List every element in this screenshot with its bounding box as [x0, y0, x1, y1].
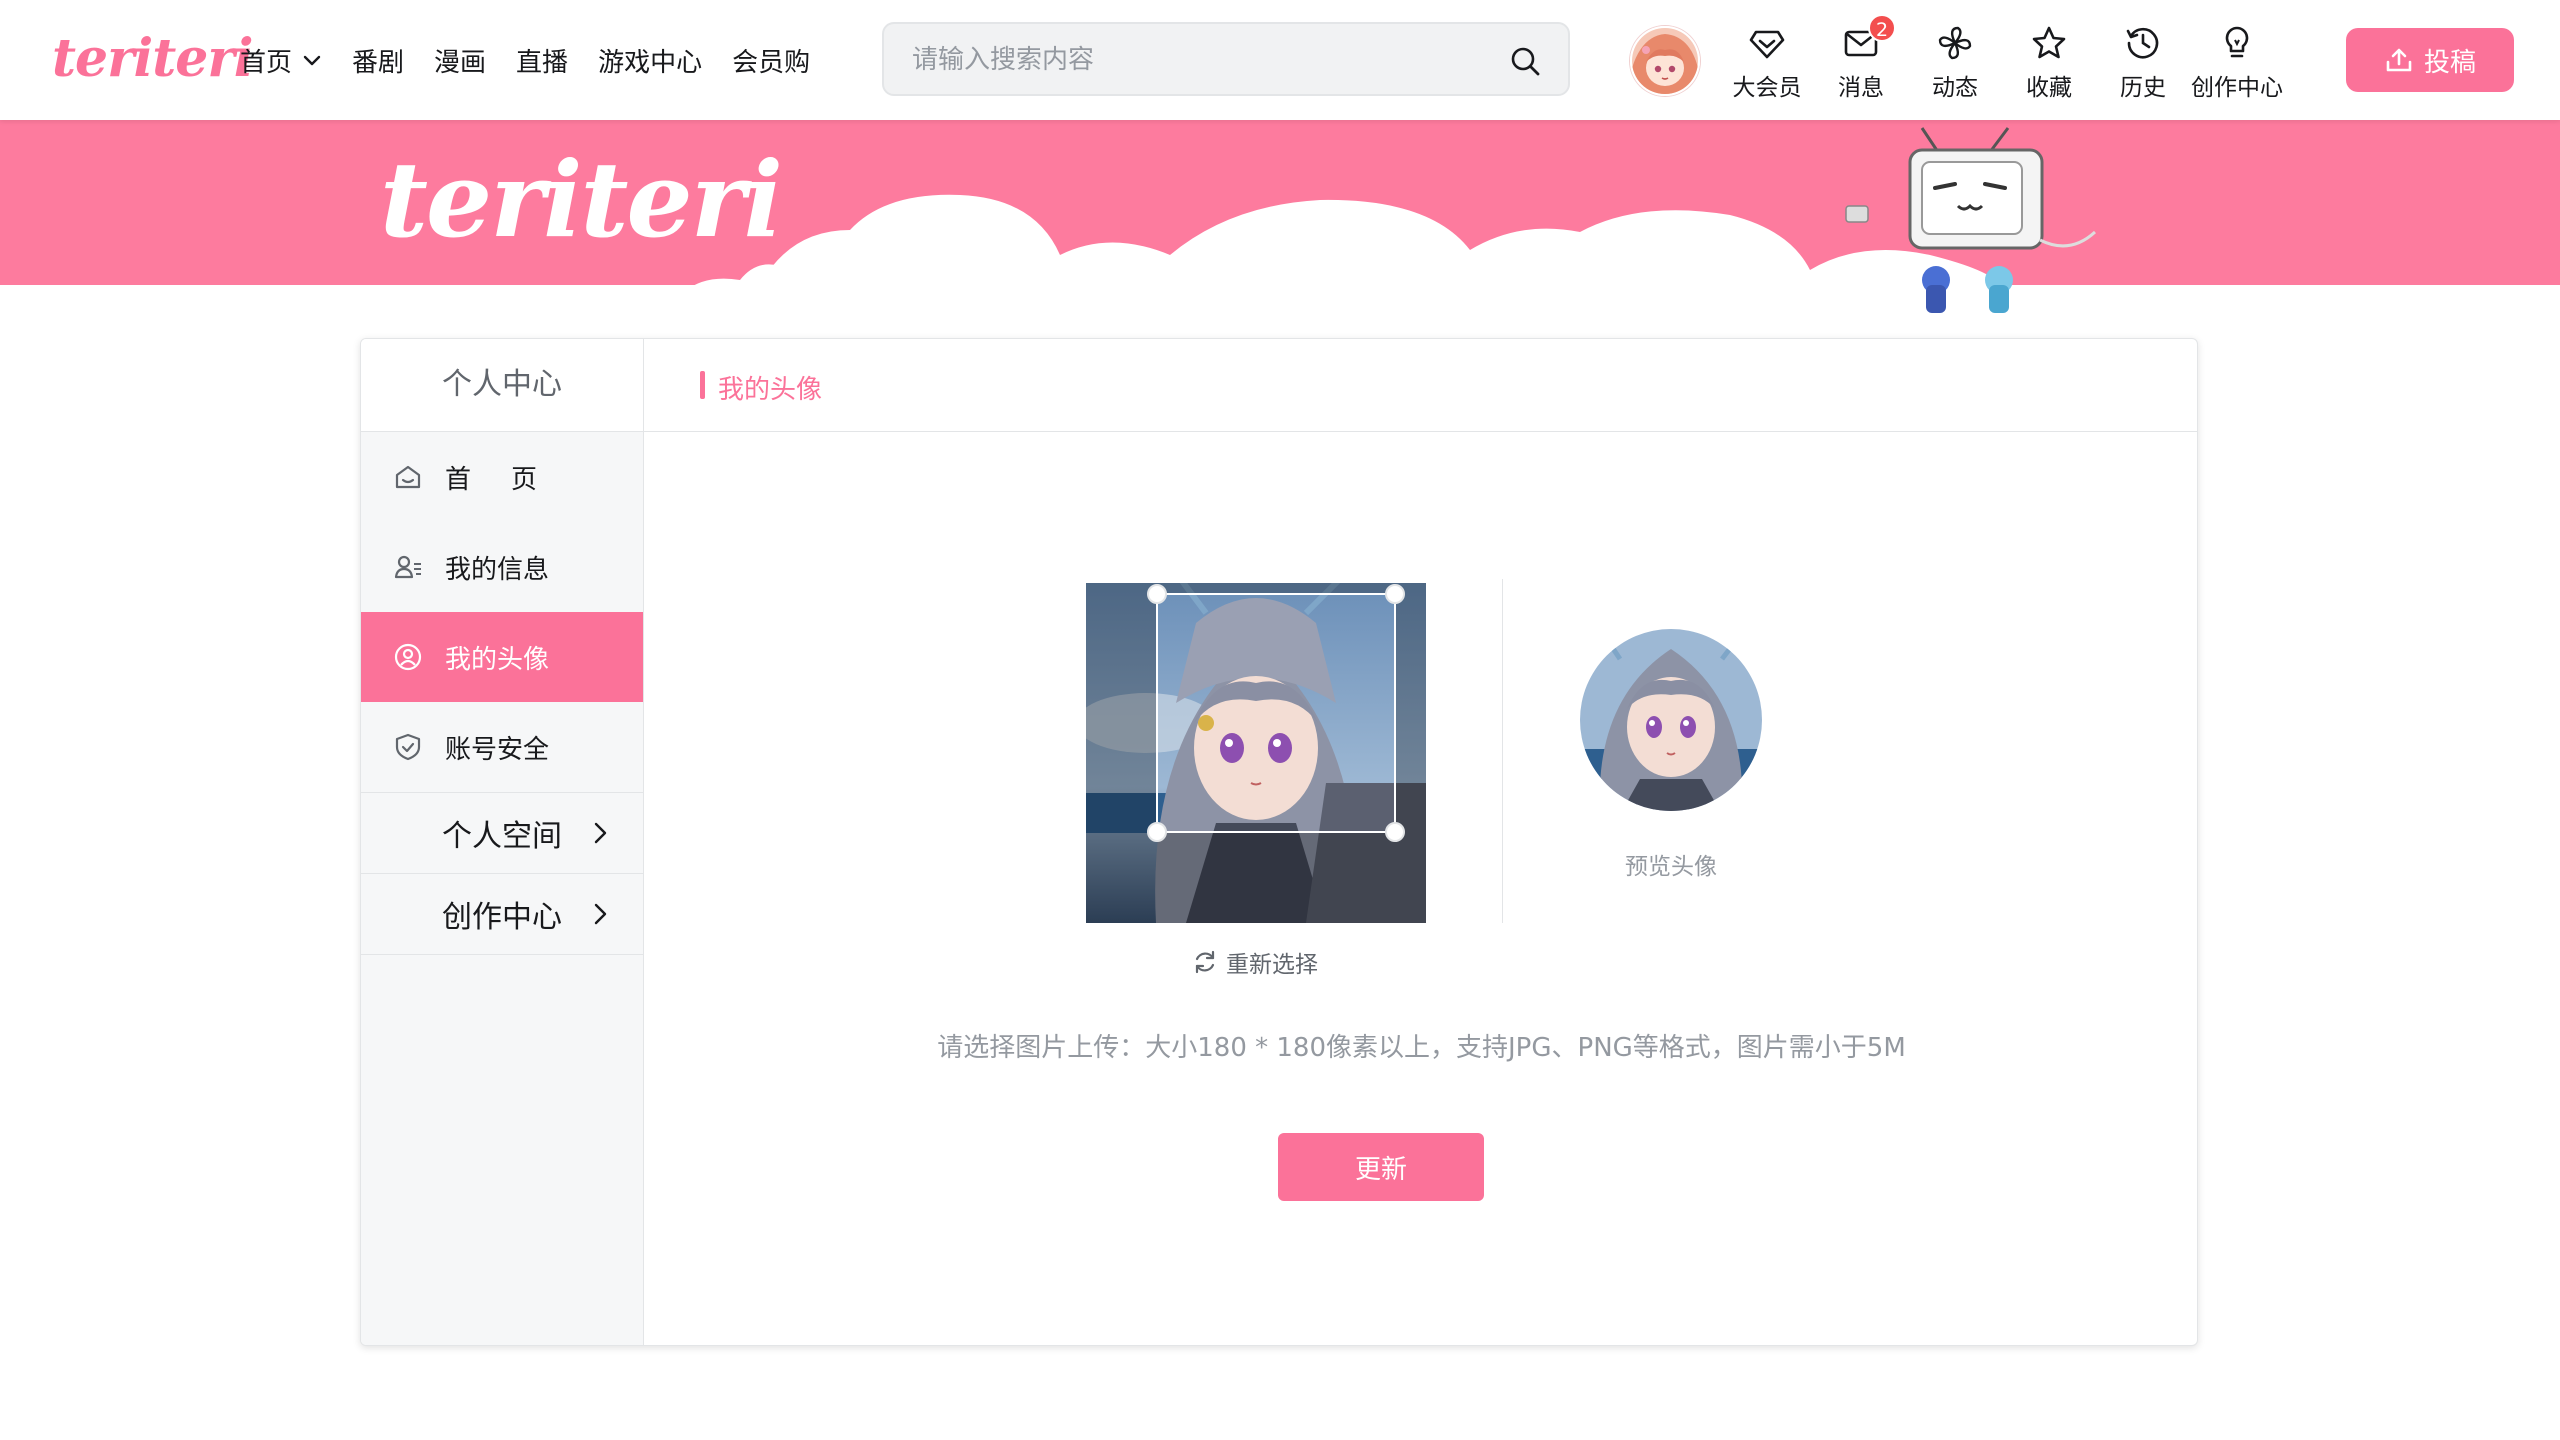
upload-label: 投稿 [2423, 47, 2476, 78]
sidebar-item-label: 我的头像 [445, 644, 550, 675]
messages-entry[interactable]: 2 消息 [1814, 14, 1908, 101]
entry-label: 动态 [1932, 75, 1978, 101]
shield-icon [393, 732, 423, 762]
search-bar [882, 22, 1570, 96]
vertical-divider [1502, 579, 1503, 923]
lightbulb-icon [2218, 22, 2256, 62]
search-input[interactable] [910, 24, 1474, 96]
sidebar: 个人中心 首页 我的信息 我的头像 账号安全 个人空间 创作中心 [361, 339, 644, 1345]
home-icon [393, 462, 423, 492]
history-icon [2124, 22, 2162, 62]
refresh-icon [1192, 949, 1226, 975]
sidebar-item-label: 我的信息 [445, 554, 550, 585]
reselect-button[interactable]: 重新选择 [1192, 947, 1318, 978]
entry-label: 历史 [2120, 75, 2166, 101]
avatar-panel: 我的头像 重新选择 预览头像 请选择图片上传：大小180 * 180像素以上，支… [644, 339, 2197, 1345]
main-nav: 首页 番剧 漫画 直播 游戏中心 会员购 [240, 36, 840, 84]
nav-item-label: 首页 [240, 47, 293, 78]
logo-text: teriteri [52, 28, 254, 89]
chevron-right-icon [587, 819, 613, 847]
sidebar-title: 个人中心 [361, 339, 643, 432]
preview-label: 预览头像 [1625, 854, 1717, 880]
sidebar-item-home[interactable]: 首页 [361, 432, 643, 522]
update-button[interactable]: 更新 [1278, 1133, 1484, 1201]
header-entries: 大会员 2 消息 动态 收藏 历史 创作中心 [1720, 14, 2284, 101]
chevron-down-icon [302, 50, 322, 70]
sidebar-link-label: 创作中心 [442, 900, 562, 935]
entry-label: 收藏 [2026, 75, 2072, 101]
title-accent-bar [700, 371, 705, 399]
upload-button[interactable]: 投稿 [2346, 28, 2514, 92]
entry-label: 大会员 [1732, 75, 1802, 101]
sidebar-item-my-avatar[interactable]: 我的头像 [361, 612, 643, 702]
header-banner: teriteri [0, 120, 2560, 330]
nav-item-label: 会员购 [732, 47, 811, 78]
panel-title: 我的头像 [718, 375, 823, 405]
nav-item-label: 漫画 [434, 47, 487, 78]
vip-entry[interactable]: 大会员 [1720, 22, 1814, 101]
sidebar-item-label: 首页 [445, 464, 578, 495]
nav-item-live[interactable]: 直播 [516, 42, 568, 79]
avatar-crop-area[interactable] [1086, 583, 1426, 923]
dynamics-entry[interactable]: 动态 [1908, 22, 2002, 101]
sidebar-link-creator-center[interactable]: 创作中心 [361, 873, 643, 954]
user-avatar[interactable] [1630, 26, 1700, 96]
pinwheel-icon [1936, 22, 1974, 62]
crop-handle-top-left[interactable] [1147, 584, 1167, 604]
nav-item-home[interactable]: 首页 [240, 42, 322, 79]
site-logo[interactable]: teriteri [52, 28, 254, 89]
star-icon [2030, 22, 2068, 62]
avatar-icon [393, 642, 423, 672]
user-info-icon [393, 552, 423, 582]
crop-handle-bottom-left[interactable] [1147, 822, 1167, 842]
sidebar-item-account-security[interactable]: 账号安全 [361, 702, 643, 792]
nav-item-game-center[interactable]: 游戏中心 [598, 42, 702, 79]
entry-label: 消息 [1838, 75, 1884, 101]
unread-badge: 2 [1868, 14, 1896, 42]
sidebar-link-personal-space[interactable]: 个人空间 [361, 792, 643, 873]
upload-icon [2384, 45, 2424, 75]
avatar-preview [1580, 629, 1762, 811]
nav-item-member-shop[interactable]: 会员购 [732, 42, 810, 79]
creator-center-entry[interactable]: 创作中心 [2190, 22, 2284, 101]
search-icon[interactable] [1508, 44, 1542, 78]
crop-handle-bottom-right[interactable] [1385, 822, 1405, 842]
crop-selection[interactable] [1147, 584, 1405, 842]
sidebar-item-my-info[interactable]: 我的信息 [361, 522, 643, 612]
nav-item-label: 番剧 [352, 47, 405, 78]
nav-item-manga[interactable]: 漫画 [434, 42, 486, 79]
settings-card: 个人中心 首页 我的信息 我的头像 账号安全 个人空间 创作中心 我的头像 重新… [360, 338, 2198, 1346]
nav-item-anime[interactable]: 番剧 [352, 42, 404, 79]
crop-handle-top-right[interactable] [1385, 584, 1405, 604]
chevron-right-icon [587, 900, 613, 928]
history-entry[interactable]: 历史 [2096, 22, 2190, 101]
favorites-entry[interactable]: 收藏 [2002, 22, 2096, 101]
upload-hint: 请选择图片上传：大小180 * 180像素以上，支持JPG、PNG等格式，图片需… [937, 1033, 1906, 1063]
sidebar-link-label: 个人空间 [442, 819, 562, 854]
entry-label: 创作中心 [2191, 75, 2283, 101]
panel-header: 我的头像 [644, 339, 2197, 432]
nav-item-label: 游戏中心 [598, 47, 703, 78]
reselect-label: 重新选择 [1226, 952, 1318, 978]
sidebar-item-label: 账号安全 [445, 734, 550, 765]
nav-item-label: 直播 [516, 47, 569, 78]
sidebar-links: 个人空间 创作中心 [361, 792, 643, 955]
banner-title: teriteri [380, 138, 783, 261]
diamond-icon [1748, 22, 1786, 62]
top-navigation-bar: teriteri 首页 番剧 漫画 直播 游戏中心 会员购 请输入搜索内容 大会… [0, 0, 2560, 120]
